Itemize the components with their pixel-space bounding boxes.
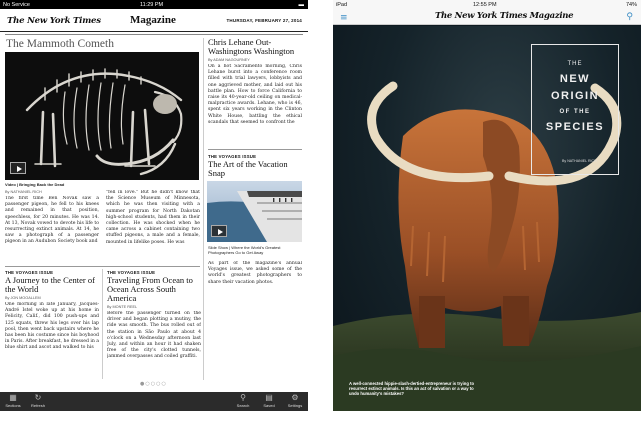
story-ocean-byline: By MONTE REEL bbox=[107, 305, 138, 309]
story-lehane-byline: By ADAM NAGOURNEY bbox=[208, 58, 250, 62]
lead-headline[interactable]: The Mammoth Cometh bbox=[6, 38, 114, 50]
lead-column-1: The first time Ben Novak saw a passenger… bbox=[5, 196, 99, 245]
magazine-header: ≡ The New York Times Magazine ⚲ bbox=[333, 9, 641, 25]
story-lehane-headline[interactable]: Chris Lehane Out-Washingtons Washington bbox=[208, 38, 304, 56]
story-journey-byline: By JON MOOALLEM bbox=[5, 296, 41, 300]
nyt-magazine-logo: The New York Times Magazine bbox=[435, 11, 574, 21]
story-lehane-body: On a hot Sacramento morning, Chris Lehan… bbox=[208, 64, 302, 125]
skeleton-illustration bbox=[5, 52, 199, 180]
story-vacation-caption: Slide Show | Where the World's Greatest … bbox=[208, 245, 281, 255]
cover-title-the: THE bbox=[567, 61, 583, 67]
left-ipad-screen: No Service 11:29 PM ▬ The New York Times… bbox=[0, 0, 308, 411]
status-bar: iPad 12:55 PM 74% bbox=[333, 0, 641, 9]
search-icon[interactable]: ⚲ bbox=[626, 12, 633, 22]
story-journey-headline[interactable]: A Journey to the Center of the World bbox=[5, 276, 100, 294]
page-indicator[interactable]: ●○○○○ bbox=[140, 381, 167, 387]
grid-icon: ▦ bbox=[9, 393, 17, 402]
play-video-button[interactable] bbox=[10, 162, 26, 174]
refresh-icon: ↻ bbox=[34, 393, 42, 402]
refresh-button[interactable]: ↻ Refresh bbox=[27, 393, 49, 409]
bottom-toolbar: ▦ Sections ↻ Refresh ⚲ Search ▤ Saved ⚙ Setti… bbox=[0, 392, 308, 411]
cover-byline: By NATHANIEL RICH bbox=[562, 159, 597, 163]
dateline: THURSDAY, FEBRUARY 27, 2014 bbox=[226, 18, 302, 23]
story-ocean-headline[interactable]: Traveling From Ocean to Ocean Across Sou… bbox=[107, 276, 202, 303]
story-vacation-body: As part of the magazine's annual Voyages… bbox=[208, 261, 302, 285]
battery-icon: ▬ bbox=[298, 1, 305, 8]
lead-column-2: "fell in love." But he didn't know that … bbox=[106, 190, 200, 245]
story-ocean-body: Before the passenger turned on the drive… bbox=[107, 311, 201, 360]
saved-icon: ▤ bbox=[265, 393, 273, 402]
settings-button[interactable]: ⚙ Settings bbox=[284, 393, 306, 409]
cover-title-line3: OF THE bbox=[559, 109, 591, 115]
status-bar: No Service 11:29 PM ▬ bbox=[0, 0, 308, 9]
story-divider bbox=[208, 149, 302, 150]
cover-caption: A well-connected hippie-slash-dertied-en… bbox=[349, 381, 475, 396]
carrier-label: No Service bbox=[3, 1, 30, 8]
mammoth-skeleton-photo[interactable] bbox=[5, 52, 199, 180]
section-title: Magazine bbox=[130, 14, 176, 26]
right-ipad-screen: iPad 12:55 PM 74% ≡ The New York Times M… bbox=[333, 0, 641, 411]
battery-level: 74% bbox=[625, 1, 637, 8]
device-label: iPad bbox=[336, 1, 348, 8]
lower-row-rule bbox=[5, 266, 200, 267]
story-vacation-headline[interactable]: The Art of the Vacation Snap bbox=[208, 160, 304, 178]
cover-title-line4: SPECIES bbox=[545, 121, 605, 133]
vacation-photo[interactable] bbox=[207, 181, 302, 242]
gear-icon: ⚙ bbox=[291, 393, 299, 402]
column-divider bbox=[203, 38, 204, 380]
clock: 11:29 PM bbox=[140, 1, 164, 8]
masthead-rule bbox=[5, 34, 303, 35]
lead-byline: By NATHANIEL RICH bbox=[5, 190, 42, 194]
cover-title-line2: ORIGIN bbox=[550, 90, 600, 102]
menu-icon[interactable]: ≡ bbox=[340, 13, 348, 23]
saved-button[interactable]: ▤ Saved bbox=[258, 393, 280, 409]
nyt-logo[interactable]: The New York Times bbox=[7, 16, 101, 26]
masthead: The New York Times Magazine THURSDAY, FE… bbox=[0, 9, 308, 32]
search-button[interactable]: ⚲ Search bbox=[232, 393, 254, 409]
lower-column-divider bbox=[102, 269, 103, 379]
slideshow-play-button[interactable] bbox=[211, 225, 227, 237]
search-icon: ⚲ bbox=[240, 393, 246, 402]
cover-title-box: THE NEW ORIGIN OF THE SPECIES By NATHANI… bbox=[531, 44, 619, 175]
story-journey-body: One morning in late January, Jacques-And… bbox=[5, 302, 99, 351]
lead-caption: Video | Bringing Back the Dead bbox=[5, 182, 65, 187]
sections-button[interactable]: ▦ Sections bbox=[2, 393, 24, 409]
clock: 12:55 PM bbox=[473, 1, 497, 8]
cover-title-line1: NEW bbox=[559, 73, 591, 85]
